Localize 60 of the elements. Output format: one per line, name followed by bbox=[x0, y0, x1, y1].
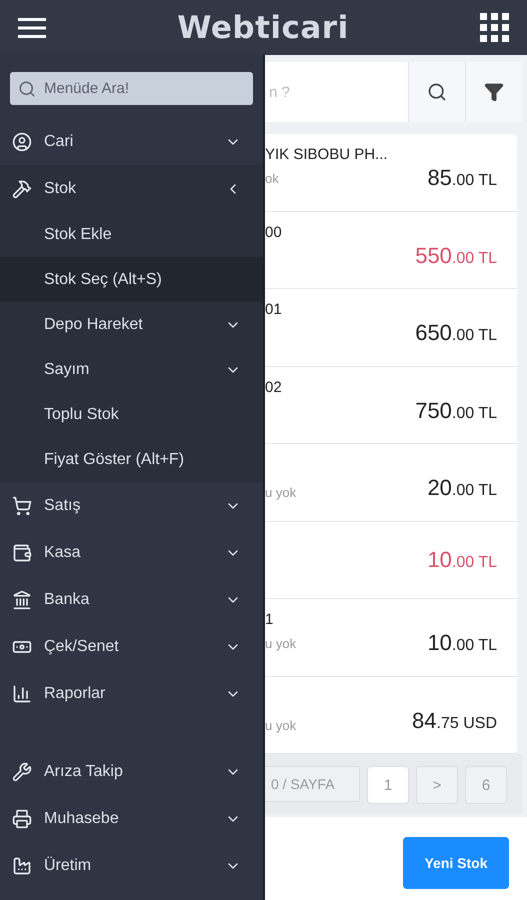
menu-item[interactable]: Cari bbox=[0, 118, 263, 165]
menu-item[interactable]: Arıza Takip bbox=[0, 717, 263, 795]
stock-row[interactable]: 10.00 TL bbox=[265, 522, 517, 599]
cart-icon bbox=[12, 496, 32, 516]
filter-button[interactable] bbox=[465, 62, 522, 122]
stock-row[interactable]: 01 650.00 TL bbox=[265, 289, 517, 366]
submenu-item[interactable]: Sayım bbox=[0, 347, 263, 392]
menu-item[interactable]: Stok bbox=[0, 165, 263, 212]
menu-search-field[interactable]: Menüde Ara! bbox=[10, 72, 253, 105]
apps-grid-icon[interactable] bbox=[480, 13, 509, 42]
wallet-icon bbox=[12, 542, 32, 562]
wrench-icon bbox=[12, 762, 32, 782]
stock-price: 10.00 TL bbox=[427, 546, 497, 573]
stock-row[interactable]: 1 u yok 10.00 TL bbox=[265, 599, 517, 676]
menu-icon[interactable] bbox=[18, 18, 46, 38]
stock-subtitle: u yok bbox=[265, 636, 296, 651]
logo: Webticari bbox=[177, 10, 349, 46]
factory-icon bbox=[12, 856, 32, 876]
stock-subtitle: u yok bbox=[265, 718, 296, 732]
menu-item[interactable]: Muhasebe bbox=[0, 795, 263, 842]
stock-price: 85.00 TL bbox=[427, 165, 497, 192]
stock-name: 1 bbox=[265, 611, 274, 628]
printer-icon bbox=[12, 808, 32, 828]
search-button[interactable] bbox=[408, 62, 465, 122]
search-field[interactable]: n ? bbox=[265, 62, 408, 122]
stock-row[interactable]: 00 550.00 TL bbox=[265, 212, 517, 289]
stock-price: 750.00 TL bbox=[415, 398, 497, 424]
filter-icon bbox=[484, 82, 504, 102]
search-icon bbox=[18, 80, 36, 98]
stock-name: 01 bbox=[265, 301, 282, 318]
menu-item[interactable]: Satış bbox=[0, 482, 263, 529]
menu-item[interactable]: Raporlar bbox=[0, 670, 263, 717]
stock-row[interactable]: YIK SIBOBU PH... ok 85.00 TL bbox=[265, 134, 517, 212]
stock-price: 10.00 TL bbox=[427, 630, 497, 656]
hammer-icon bbox=[12, 178, 32, 198]
bank-icon bbox=[12, 590, 32, 610]
submenu-item[interactable]: Fiyat Göster (Alt+F) bbox=[0, 437, 263, 482]
stock-price: 650.00 TL bbox=[415, 320, 497, 346]
stock-name: YIK SIBOBU PH... bbox=[265, 146, 388, 163]
stock-row[interactable]: u yok 20.00 TL bbox=[265, 444, 517, 522]
user-icon bbox=[12, 132, 32, 152]
stock-price: 20.00 TL bbox=[427, 475, 497, 502]
stock-subtitle: ok bbox=[265, 171, 280, 186]
stock-subtitle: u yok bbox=[265, 485, 296, 500]
stock-price: 550.00 TL bbox=[415, 242, 497, 269]
submenu-item[interactable]: Toplu Stok bbox=[0, 392, 263, 437]
menu-item[interactable]: Banka bbox=[0, 576, 263, 623]
submenu-item[interactable]: Stok Ekle bbox=[0, 212, 263, 257]
bar-chart-icon bbox=[12, 684, 32, 704]
stock-row[interactable]: 02 750.00 TL bbox=[265, 366, 517, 444]
stock-name: 02 bbox=[265, 378, 282, 396]
submenu-item[interactable]: Stok Seç (Alt+S) bbox=[0, 257, 263, 302]
submenu-item[interactable]: Depo Hareket bbox=[0, 302, 263, 347]
stock-price: 84.75 USD bbox=[412, 708, 497, 734]
menu-item[interactable]: Kasa bbox=[0, 529, 263, 576]
search-icon bbox=[427, 82, 447, 102]
stock-name: 00 bbox=[265, 224, 282, 240]
menu-item[interactable]: Çek/Senet bbox=[0, 623, 263, 670]
menu-item[interactable]: Üretim bbox=[0, 842, 263, 889]
search-input[interactable]: Menüde Ara! bbox=[42, 79, 226, 98]
